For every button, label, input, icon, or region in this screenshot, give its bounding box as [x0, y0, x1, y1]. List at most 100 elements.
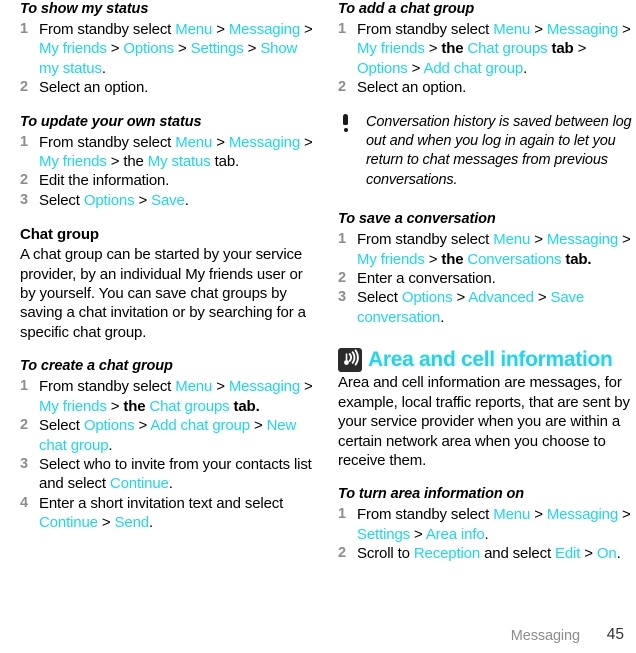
- step-text-plain: Select: [39, 417, 84, 435]
- step-text-plain: Select who to invite from your contacts …: [39, 455, 312, 493]
- procedure-step: 1 From standby select Menu > Messaging > …: [338, 505, 636, 544]
- step-number: 1: [338, 231, 346, 248]
- menu-path-link: Menu: [175, 378, 213, 396]
- menu-path-link: Menu: [493, 231, 531, 249]
- menu-path-link: Reception: [413, 545, 481, 563]
- menu-path-link: My friends: [39, 397, 107, 415]
- step-text: Scroll to Reception and select Edit > On…: [357, 545, 621, 562]
- step-text-plain: Enter a conversation.: [357, 270, 496, 288]
- menu-path-link: Advanced: [468, 289, 534, 307]
- section-title-chat-group: Chat group: [20, 226, 99, 244]
- menu-path-link: Settings: [190, 40, 244, 58]
- step-text-plain: >: [212, 133, 229, 151]
- step-text: Select Options > Add chat group > New ch…: [39, 417, 296, 453]
- menu-path-link: My friends: [39, 153, 107, 171]
- step-text-plain: >: [424, 250, 442, 268]
- step-number: 3: [20, 191, 28, 208]
- page-footer: Messaging 45: [0, 624, 636, 644]
- step-text-plain: .: [484, 525, 489, 543]
- step-number: 1: [20, 378, 28, 395]
- menu-path-link: Save: [151, 191, 185, 209]
- section-body-chat-group: A chat group can be started by your serv…: [20, 246, 306, 341]
- menu-path-link: Continue: [109, 475, 169, 493]
- menu-path-link: Messaging: [546, 21, 619, 38]
- step-text-plain: >: [580, 545, 597, 563]
- menu-path-link: Chat groups: [467, 40, 548, 58]
- step-number: 1: [338, 21, 346, 37]
- procedure-step: 3 Select who to invite from your contacts…: [20, 455, 318, 494]
- step-number: 2: [338, 270, 346, 287]
- procedure-step: 2 Select an option.: [338, 78, 636, 97]
- menu-path-link: My friends: [357, 40, 425, 58]
- step-text-plain: >: [618, 231, 631, 249]
- procedure-step: 1 From standby select Menu > Messaging > …: [338, 230, 636, 269]
- step-text-plain: tab.: [210, 153, 240, 171]
- step-text-plain: From standby select: [357, 506, 494, 524]
- step-text-plain: the: [123, 153, 148, 171]
- step-text-bold: tab.: [561, 250, 592, 268]
- step-text-plain: >: [300, 21, 313, 38]
- step-text: Select Options > Save.: [39, 192, 189, 209]
- steps-add-chat-group: 1 From standby select Menu > Messaging > …: [338, 20, 636, 98]
- procedure-title-add-chat-group: To add a chat group: [338, 1, 475, 17]
- menu-path-link: Messaging: [228, 378, 301, 396]
- step-number: 2: [20, 79, 28, 96]
- step-number: 2: [338, 79, 346, 96]
- step-text-plain: .: [148, 514, 153, 532]
- procedure-step: 4 Enter a short invitation text and selec…: [20, 494, 318, 533]
- step-text: Select who to invite from your contacts …: [39, 456, 312, 492]
- menu-path-link: Send: [114, 514, 150, 532]
- menu-path-link: Settings: [357, 525, 410, 543]
- menu-path-link: Options: [83, 191, 135, 209]
- menu-path-link: Chat groups: [149, 397, 230, 415]
- step-text: Select Options > Advanced > Save convers…: [357, 289, 584, 325]
- step-number: 1: [20, 21, 28, 37]
- step-text: From standby select Menu > Messaging > M…: [39, 378, 313, 414]
- step-text-plain: Select: [39, 191, 84, 209]
- note-callout: Conversation history is saved between lo…: [338, 113, 636, 191]
- left-column: To show my status 1 From standby select M…: [20, 0, 318, 533]
- step-text: From standby select Menu > Messaging > M…: [39, 21, 313, 77]
- step-text-plain: >: [300, 133, 313, 151]
- menu-path-link: My friends: [39, 40, 107, 58]
- step-text-plain: >: [174, 40, 191, 58]
- procedure-step: 3 Select Options > Advanced > Save conver…: [338, 288, 636, 327]
- step-text: Enter a short invitation text and select…: [39, 495, 283, 531]
- section-body-area-and-cell-information: Area and cell information are messages, …: [338, 374, 630, 469]
- menu-path-link: Menu: [493, 506, 531, 524]
- procedure-step: 1 From standby select Menu > Messaging > …: [338, 20, 636, 78]
- step-text-plain: >: [618, 21, 631, 38]
- step-text-plain: Edit the information.: [39, 172, 170, 190]
- step-text-plain: >: [424, 40, 442, 58]
- step-number: 1: [338, 506, 346, 523]
- step-text-plain: >: [573, 40, 587, 58]
- step-number: 2: [338, 545, 346, 562]
- procedure-step: 2 Enter a conversation.: [338, 269, 636, 288]
- menu-path-link: Options: [123, 40, 174, 58]
- menu-path-link: Options: [83, 417, 135, 435]
- menu-path-link: Messaging: [228, 133, 301, 151]
- procedure-title-save-conversation: To save a conversation: [338, 211, 496, 228]
- step-text: Select an option.: [357, 79, 466, 96]
- step-text: From standby select Menu > Messaging > M…: [357, 231, 631, 267]
- procedure-title-create-chat-group: To create a chat group: [20, 358, 173, 375]
- menu-path-link: Add chat group: [423, 59, 524, 77]
- menu-path-link: On: [596, 545, 617, 563]
- step-text-bold: the: [123, 397, 150, 415]
- menu-path-link: My status: [147, 153, 211, 171]
- step-text: Edit the information.: [39, 172, 169, 189]
- steps-save-conversation: 1 From standby select Menu > Messaging > …: [338, 230, 636, 327]
- step-text-plain: >: [530, 21, 547, 38]
- step-text-plain: .: [101, 59, 106, 77]
- step-text-plain: >: [134, 417, 151, 435]
- step-text-plain: From standby select: [357, 21, 494, 38]
- procedure-step: 1 From standby select Menu > Messaging > …: [20, 377, 318, 416]
- step-text-plain: From standby select: [357, 231, 494, 249]
- step-text-bold: the: [441, 250, 468, 268]
- steps-update-own-status: 1 From standby select Menu > Messaging > …: [20, 133, 318, 211]
